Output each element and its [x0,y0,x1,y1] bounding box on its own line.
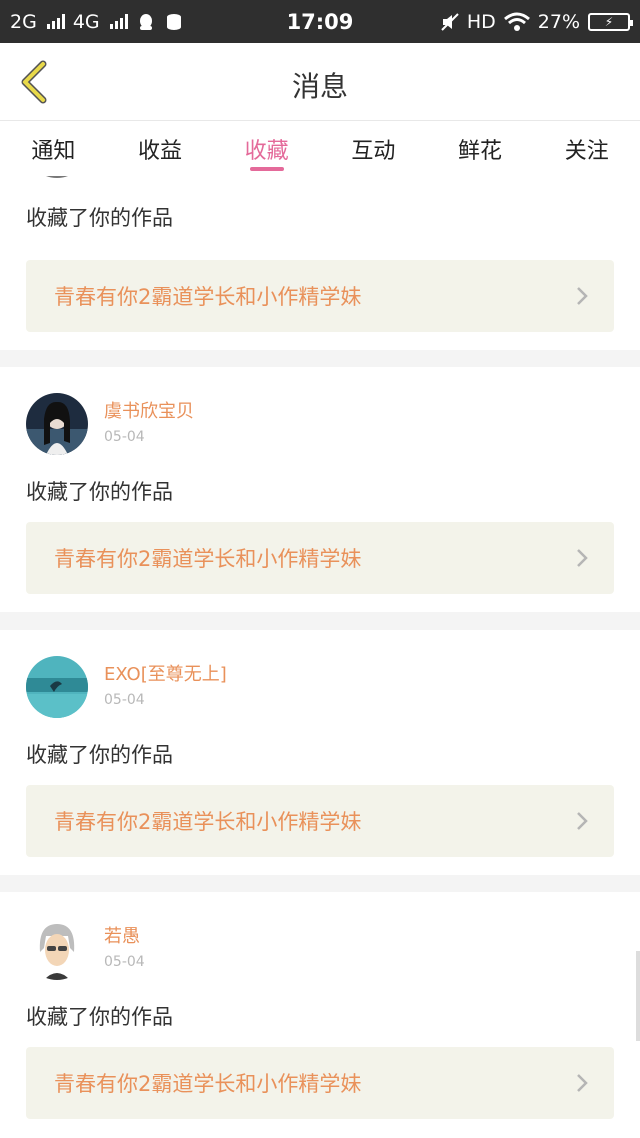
post-date: 05-04 [104,429,145,445]
post-date: 05-04 [104,954,145,970]
action-text: 收藏了你的作品 [26,1005,173,1029]
battery-icon: ⚡ [588,12,633,31]
network-4g-label: 4G [72,10,100,33]
nav-bar: 消息 [0,43,640,121]
scrollbar[interactable] [636,951,640,1041]
user-row: EXO[至尊无上] 05-04 [26,656,227,718]
avatar[interactable] [26,918,88,980]
tab-earnings[interactable]: 收益 [107,121,214,176]
avatar[interactable] [26,656,88,718]
tab-bar: 通知 收益 收藏 互动 鲜花 关注 [0,121,640,176]
mute-icon [441,12,459,31]
tab-favorites[interactable]: 收藏 [213,121,320,176]
user-row: 虞书欣宝贝 05-04 [26,393,194,455]
favorite-card: 虞书欣宝贝 05-04 收藏了你的作品 青春有你2霸道学长和小作精学妹 [0,367,640,612]
action-text: 收藏了你的作品 [26,743,173,767]
chevron-right-icon [577,549,588,567]
work-title: 青春有你2霸道学长和小作精学妹 [54,1072,362,1096]
work-link[interactable]: 青春有你2霸道学长和小作精学妹 [26,1047,614,1119]
post-date: 05-04 [104,692,145,708]
user-name[interactable]: 若愚 [104,925,145,949]
database-icon [166,13,181,30]
avatar[interactable] [26,176,88,178]
favorite-card: 05-04 收藏了你的作品 青春有你2霸道学长和小作精学妹 [0,176,640,350]
favorites-feed[interactable]: 05-04 收藏了你的作品 青春有你2霸道学长和小作精学妹 虞书欣宝贝 05-0… [0,176,640,1138]
signal-icon [46,14,65,29]
chevron-right-icon [577,1074,588,1092]
wifi-icon [503,12,530,31]
avatar[interactable] [26,393,88,455]
action-text: 收藏了你的作品 [26,480,173,504]
work-link[interactable]: 青春有你2霸道学长和小作精学妹 [26,260,614,332]
user-name[interactable]: 虞书欣宝贝 [104,400,194,424]
work-link[interactable]: 青春有你2霸道学长和小作精学妹 [26,522,614,594]
favorite-card: 若愚 05-04 收藏了你的作品 青春有你2霸道学长和小作精学妹 [0,892,640,1138]
page-title: 消息 [291,70,348,103]
hd-label: HD [466,10,496,33]
favorite-card: EXO[至尊无上] 05-04 收藏了你的作品 青春有你2霸道学长和小作精学妹 [0,630,640,875]
status-bar: 2G 4G 17:09 HD 27% ⚡ [0,0,640,43]
user-row: 若愚 05-04 [26,918,145,980]
chevron-right-icon [577,287,588,305]
tab-notifications[interactable]: 通知 [0,121,107,176]
work-title: 青春有你2霸道学长和小作精学妹 [54,810,362,834]
user-row: 05-04 [26,176,145,178]
action-text: 收藏了你的作品 [26,206,173,230]
work-title: 青春有你2霸道学长和小作精学妹 [54,547,362,571]
signal-icon [109,14,128,29]
chevron-right-icon [577,812,588,830]
network-2g-label: 2G [10,10,37,33]
battery-percent: 27% [537,10,580,33]
user-name[interactable]: EXO[至尊无上] [104,663,227,687]
work-link[interactable]: 青春有你2霸道学长和小作精学妹 [26,785,614,857]
work-title: 青春有你2霸道学长和小作精学妹 [54,285,362,309]
tab-interactions[interactable]: 互动 [320,121,427,176]
tab-follows[interactable]: 关注 [533,121,640,176]
tab-flowers[interactable]: 鲜花 [427,121,534,176]
qq-icon [139,13,152,30]
